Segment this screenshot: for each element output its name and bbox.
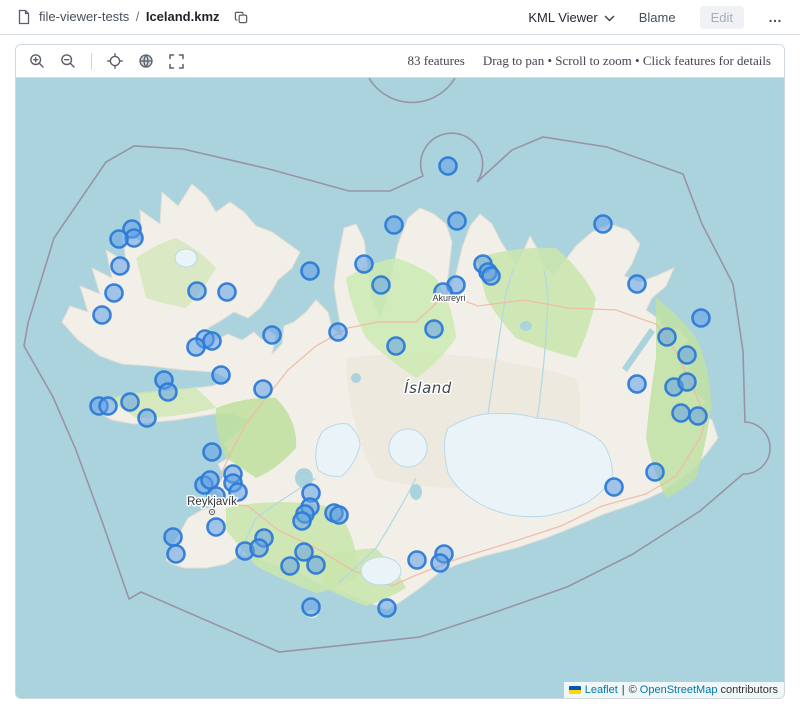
map-marker[interactable]: [426, 321, 443, 338]
lake-myvatn: [520, 321, 532, 331]
town-label-akureyri: Akureyri: [432, 293, 465, 303]
blame-button[interactable]: Blame: [639, 10, 676, 25]
map-toolbar: 83 features Drag to pan • Scroll to zoom…: [16, 45, 784, 78]
zoom-in-icon[interactable]: [29, 53, 45, 69]
city-dot-center: [211, 511, 213, 513]
leaflet-map[interactable]: Akureyri Reykjavík Ísland Leaflet | © Op…: [16, 78, 784, 698]
map-marker[interactable]: [112, 258, 129, 275]
map-marker[interactable]: [409, 552, 426, 569]
glacier-drangajokull: [175, 249, 197, 267]
ukraine-flag-icon: [569, 686, 581, 694]
copyright-symbol: ©: [629, 684, 637, 696]
map-marker[interactable]: [219, 284, 236, 301]
breadcrumb: file-viewer-tests / Iceland.kmz: [39, 8, 220, 26]
map-marker[interactable]: [647, 464, 664, 481]
lake-blondulon: [351, 373, 361, 383]
map-marker[interactable]: [294, 513, 311, 530]
map-marker[interactable]: [330, 324, 347, 341]
toolbar-divider: [91, 53, 92, 70]
leaflet-link[interactable]: Leaflet: [585, 684, 618, 696]
map-hint-text: Drag to pan • Scroll to zoom • Click fea…: [483, 53, 771, 69]
map-marker[interactable]: [379, 600, 396, 617]
map-marker[interactable]: [595, 216, 612, 233]
map-marker[interactable]: [673, 405, 690, 422]
chevron-down-icon: [604, 10, 615, 25]
map-marker[interactable]: [373, 277, 390, 294]
map-marker[interactable]: [251, 540, 268, 557]
breadcrumb-file: Iceland.kmz: [146, 9, 220, 24]
viewer-mode-label: KML Viewer: [528, 10, 597, 25]
locate-icon[interactable]: [107, 53, 123, 69]
zoom-out-icon[interactable]: [60, 53, 76, 69]
glacier-myrdalsjokull: [361, 557, 401, 585]
map-marker[interactable]: [208, 519, 225, 536]
map-marker[interactable]: [303, 599, 320, 616]
map-marker[interactable]: [659, 329, 676, 346]
lake-thorisvatn: [410, 484, 422, 500]
map-marker[interactable]: [255, 381, 272, 398]
map-marker[interactable]: [165, 529, 182, 546]
attribution-separator: |: [622, 684, 625, 696]
map-marker[interactable]: [679, 347, 696, 364]
map-marker[interactable]: [629, 376, 646, 393]
map-marker[interactable]: [189, 283, 206, 300]
map-marker[interactable]: [690, 408, 707, 425]
globe-icon[interactable]: [138, 53, 154, 69]
map-marker[interactable]: [213, 367, 230, 384]
city-label-reykjavik: Reykjavík: [187, 496, 237, 508]
edit-button[interactable]: Edit: [700, 6, 744, 29]
feature-count: 83 features: [407, 53, 464, 69]
map-marker[interactable]: [204, 444, 221, 461]
map-marker[interactable]: [356, 256, 373, 273]
map-marker[interactable]: [202, 472, 219, 489]
map-marker[interactable]: [629, 276, 646, 293]
map-marker[interactable]: [679, 374, 696, 391]
viewer-mode-dropdown[interactable]: KML Viewer: [528, 10, 614, 25]
osm-link[interactable]: OpenStreetMap: [640, 684, 718, 696]
kebab-menu-icon[interactable]: …: [768, 9, 783, 25]
map-marker[interactable]: [449, 213, 466, 230]
breadcrumb-repo[interactable]: file-viewer-tests: [39, 9, 129, 24]
country-label-island: Ísland: [404, 378, 452, 397]
map-marker[interactable]: [693, 310, 710, 327]
glacier-hofsjokull: [389, 429, 427, 467]
map-marker[interactable]: [302, 263, 319, 280]
map-marker[interactable]: [432, 555, 449, 572]
map-marker[interactable]: [160, 384, 177, 401]
map-marker[interactable]: [264, 327, 281, 344]
attribution-suffix: contributors: [721, 684, 778, 696]
map-marker[interactable]: [606, 479, 623, 496]
breadcrumb-separator: /: [136, 9, 140, 24]
map-marker[interactable]: [440, 158, 457, 175]
map-marker[interactable]: [94, 307, 111, 324]
map-marker[interactable]: [308, 557, 325, 574]
file-header: file-viewer-tests / Iceland.kmz KML View…: [0, 0, 800, 35]
map-attribution: Leaflet | © OpenStreetMap contributors: [564, 682, 784, 698]
map-marker[interactable]: [122, 394, 139, 411]
map-marker[interactable]: [483, 268, 500, 285]
map-marker[interactable]: [388, 338, 405, 355]
map-marker[interactable]: [111, 231, 128, 248]
kml-viewer-panel: 83 features Drag to pan • Scroll to zoom…: [15, 44, 785, 699]
map-marker[interactable]: [188, 339, 205, 356]
map-marker[interactable]: [139, 410, 156, 427]
map-marker[interactable]: [386, 217, 403, 234]
map-marker[interactable]: [168, 546, 185, 563]
map-marker[interactable]: [282, 558, 299, 575]
map-marker[interactable]: [100, 398, 117, 415]
file-icon: [17, 9, 31, 25]
map-marker[interactable]: [106, 285, 123, 302]
map-marker[interactable]: [204, 333, 221, 350]
basemap-svg: Akureyri Reykjavík Ísland: [16, 78, 784, 698]
copy-path-button[interactable]: [234, 10, 249, 25]
fullscreen-icon[interactable]: [169, 54, 184, 69]
map-marker[interactable]: [331, 507, 348, 524]
